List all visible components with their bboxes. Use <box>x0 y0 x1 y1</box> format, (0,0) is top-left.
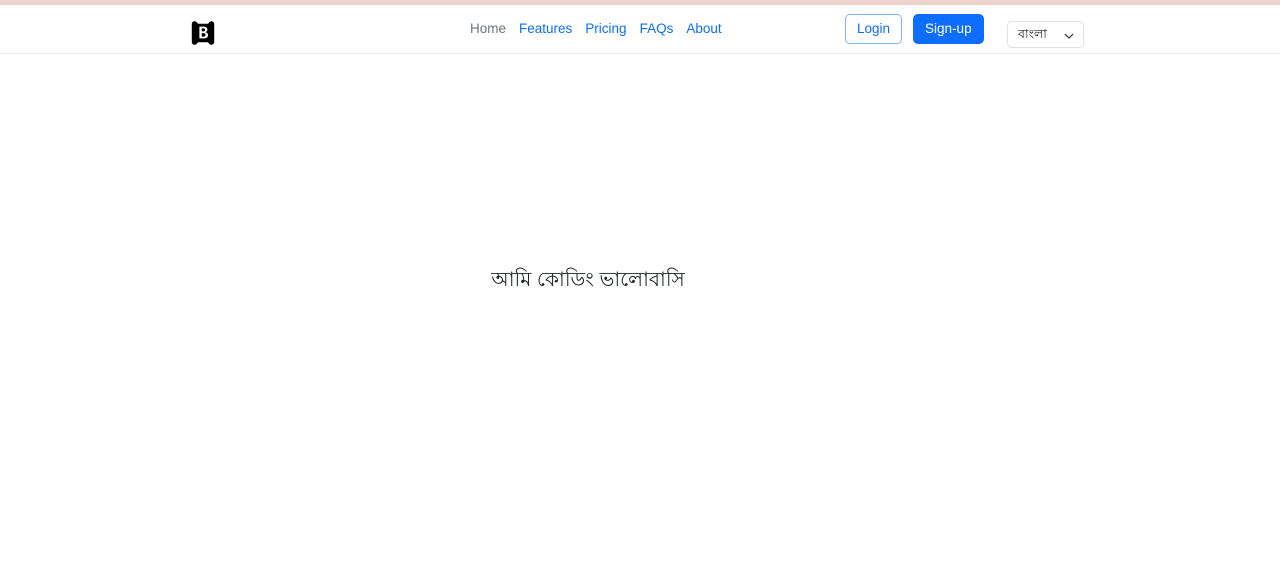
nav-link-faqs[interactable]: FAQs <box>640 22 674 36</box>
nav-link-home[interactable]: Home <box>470 22 506 36</box>
login-button[interactable]: Login <box>845 14 903 44</box>
page-content: আমি কোডিং ভালোবাসি <box>0 55 1280 577</box>
primary-navigation: Home Features Pricing FAQs About <box>470 5 722 53</box>
auth-buttons: Login Sign-up <box>845 5 984 53</box>
language-select-value: বাংলা <box>1018 27 1047 42</box>
hero-text: আমি কোডিং ভালোবাসি <box>491 269 685 291</box>
nav-link-features[interactable]: Features <box>519 22 572 36</box>
navbar: Home Features Pricing FAQs About Login S… <box>0 5 1280 54</box>
nav-link-about[interactable]: About <box>686 22 721 36</box>
language-select[interactable]: বাংলা <box>1007 21 1084 48</box>
bootstrap-logo-icon[interactable] <box>188 18 218 48</box>
signup-button[interactable]: Sign-up <box>913 14 984 44</box>
chevron-down-icon <box>1064 31 1074 41</box>
nav-link-pricing[interactable]: Pricing <box>585 22 626 36</box>
